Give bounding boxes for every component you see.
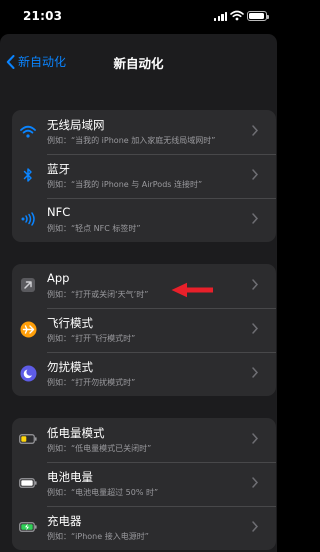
trigger-row-wifi[interactable]: 无线局域网 例如：“当我的 iPhone 加入家庭无线局域网时” <box>12 110 276 154</box>
chevron-right-icon <box>252 367 258 378</box>
trigger-title: 蓝牙 <box>47 162 70 176</box>
trigger-row-charger[interactable]: 充电器 例如：“iPhone 接入电源时” <box>12 506 276 550</box>
status-bar: 21:03 <box>0 0 277 34</box>
trigger-subtitle: 例如：“轻点 NFC 标签时” <box>47 224 141 233</box>
trigger-title: 电池电量 <box>47 470 93 484</box>
trigger-subtitle: 例如：“iPhone 接入电源时” <box>47 532 149 541</box>
trigger-group-power: 低电量模式 例如：“低电量模式已关闭时” 电池电量 例如：“电池电量超过 50%… <box>12 418 276 550</box>
trigger-title: 低电量模式 <box>47 426 105 440</box>
chevron-right-icon <box>252 279 258 290</box>
bluetooth-icon <box>19 166 37 184</box>
trigger-row-battery-level[interactable]: 电池电量 例如：“电池电量超过 50% 时” <box>12 462 276 506</box>
trigger-subtitle: 例如：“当我的 iPhone 加入家庭无线局域网时” <box>47 136 216 145</box>
nfc-icon <box>19 210 37 228</box>
airplane-icon <box>19 320 37 338</box>
trigger-title: 飞行模式 <box>47 316 93 330</box>
low-battery-icon <box>19 430 37 448</box>
page-title: 新自动化 <box>113 56 164 71</box>
trigger-row-low-power-mode[interactable]: 低电量模式 例如：“低电量模式已关闭时” <box>12 418 276 462</box>
trigger-subtitle: 例如：“电池电量超过 50% 时” <box>47 488 159 497</box>
trigger-subtitle: 例如：“打开飞行模式时” <box>47 334 136 343</box>
trigger-title: 无线局域网 <box>47 118 105 132</box>
trigger-title: App <box>47 271 70 285</box>
trigger-group-app-modes: App 例如：“打开或关闭‘天气’时” 飞行模式 例如：“打开飞行模式时” 勿扰… <box>12 264 276 396</box>
trigger-row-airplane-mode[interactable]: 飞行模式 例如：“打开飞行模式时” <box>12 308 276 352</box>
moon-icon <box>19 364 37 382</box>
status-wifi-icon <box>230 10 244 21</box>
nav-bar: 新自动化 新自动化 <box>0 34 277 86</box>
app-icon <box>19 276 37 294</box>
chevron-right-icon <box>252 323 258 334</box>
trigger-title: NFC <box>47 205 71 219</box>
trigger-subtitle: 例如：“低电量模式已关闭时” <box>47 444 152 453</box>
trigger-subtitle: 例如：“当我的 iPhone 与 AirPods 连接时” <box>47 180 203 189</box>
status-time: 21:03 <box>23 9 63 23</box>
trigger-row-nfc[interactable]: NFC 例如：“轻点 NFC 标签时” <box>12 198 276 242</box>
trigger-group-connectivity: 无线局域网 例如：“当我的 iPhone 加入家庭无线局域网时” 蓝牙 例如：“… <box>12 110 276 242</box>
trigger-title: 勿扰模式 <box>47 360 93 374</box>
status-battery-icon <box>247 11 269 21</box>
chevron-right-icon <box>252 169 258 180</box>
trigger-row-bluetooth[interactable]: 蓝牙 例如：“当我的 iPhone 与 AirPods 连接时” <box>12 154 276 198</box>
chevron-right-icon <box>252 213 258 224</box>
chevron-right-icon <box>252 433 258 444</box>
cellular-signal-icon <box>214 12 228 21</box>
trigger-subtitle: 例如：“打开或关闭‘天气’时” <box>47 290 149 299</box>
battery-level-icon <box>19 474 37 492</box>
trigger-title: 充电器 <box>47 514 82 528</box>
trigger-subtitle: 例如：“打开勿扰模式时” <box>47 378 136 387</box>
wifi-icon <box>19 122 37 140</box>
trigger-row-do-not-disturb[interactable]: 勿扰模式 例如：“打开勿扰模式时” <box>12 352 276 396</box>
trigger-row-app[interactable]: App 例如：“打开或关闭‘天气’时” <box>12 264 276 308</box>
charger-icon <box>19 518 37 536</box>
chevron-right-icon <box>252 521 258 532</box>
chevron-right-icon <box>252 477 258 488</box>
annotation-arrow-icon <box>171 282 213 298</box>
chevron-right-icon <box>252 125 258 136</box>
